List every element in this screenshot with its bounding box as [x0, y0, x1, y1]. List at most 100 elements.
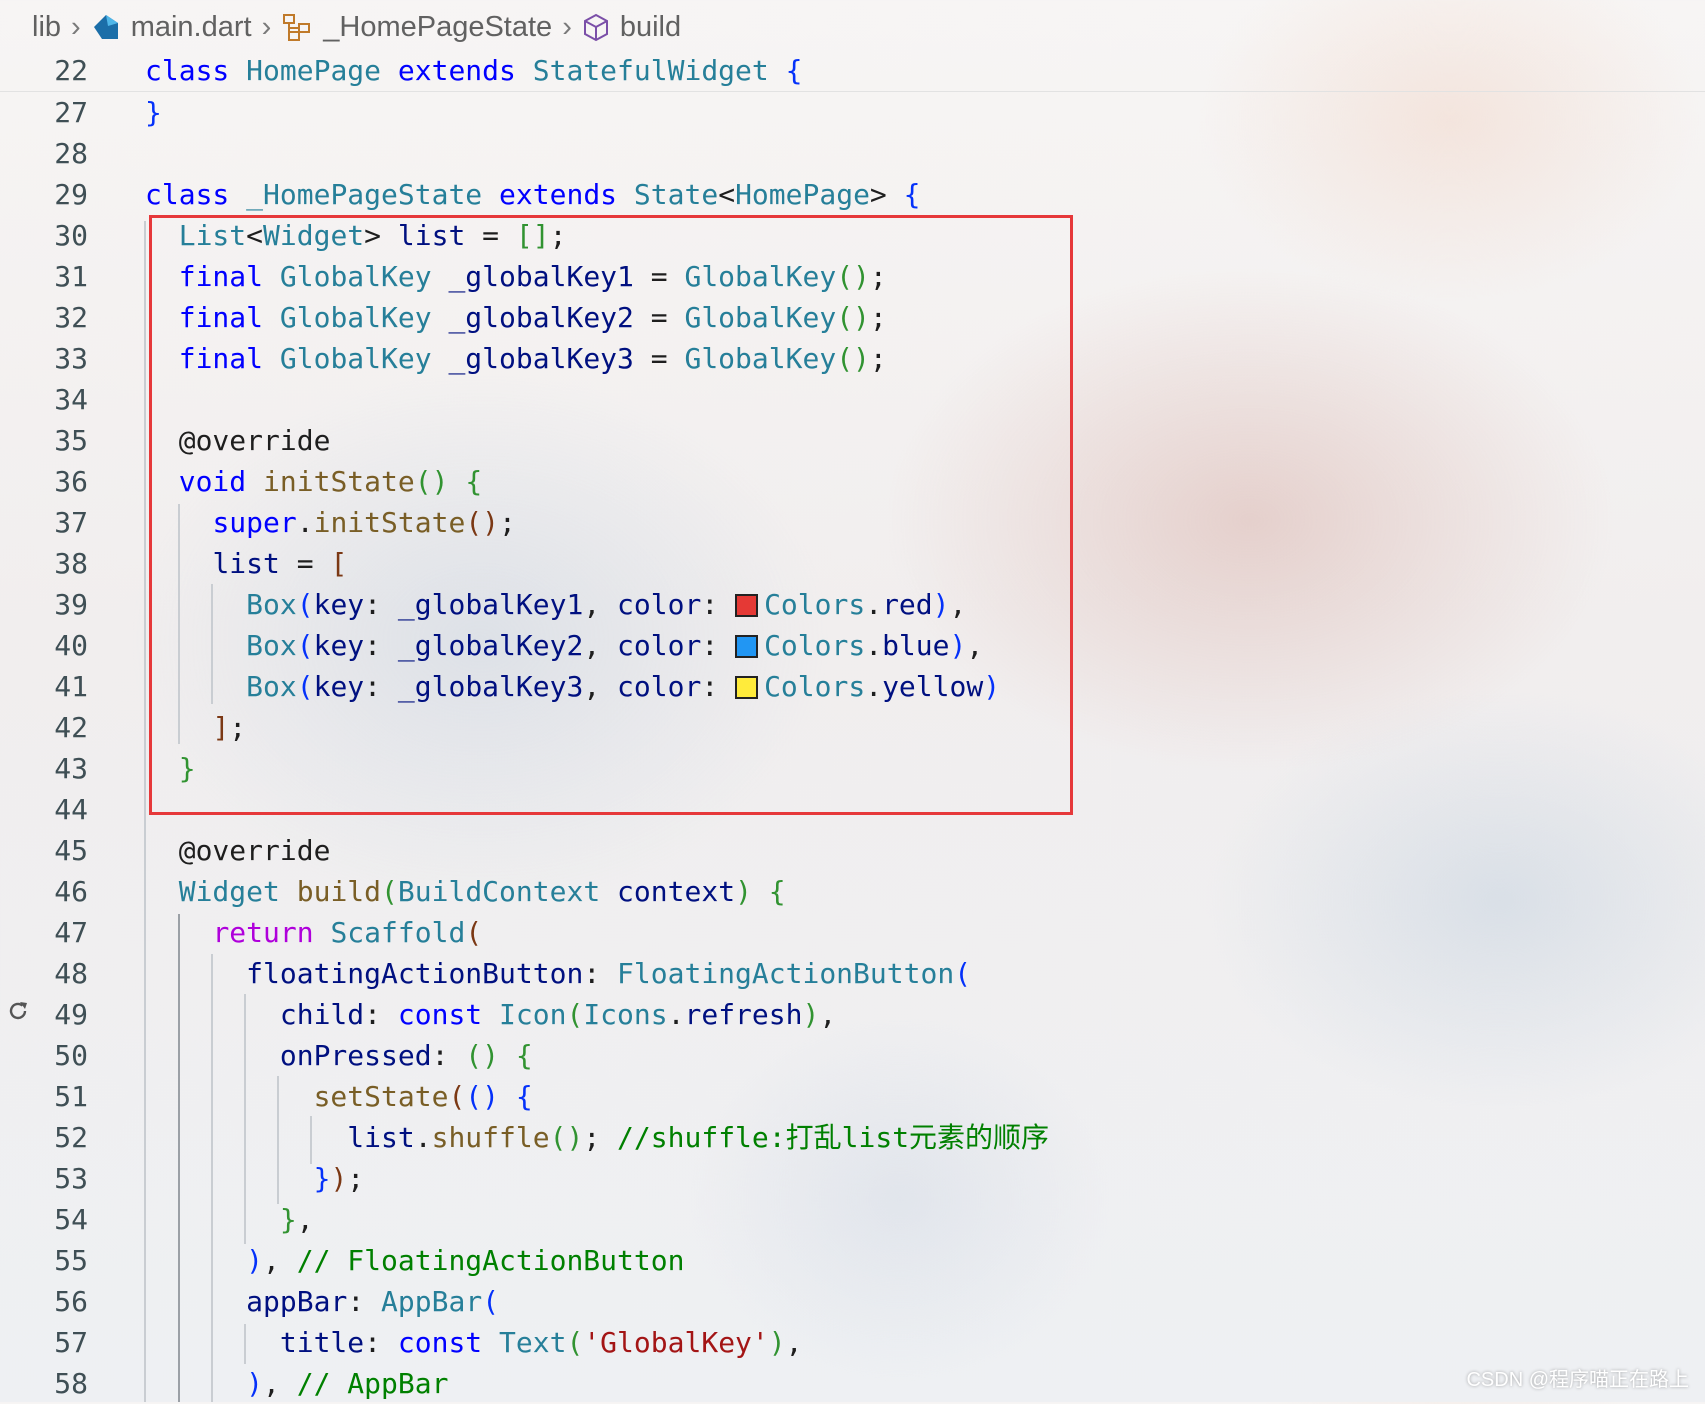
- line-number: 29: [54, 178, 88, 211]
- code-line[interactable]: 55 ), // FloatingActionButton: [0, 1240, 1705, 1281]
- line-number: 54: [54, 1203, 88, 1236]
- line-number: 45: [54, 834, 88, 867]
- code-line[interactable]: 58 ), // AppBar: [0, 1363, 1705, 1404]
- code-text: floatingActionButton: FloatingActionButt…: [145, 953, 971, 994]
- code-text: title: const Text('GlobalKey'),: [145, 1322, 803, 1363]
- line-number: 42: [54, 711, 88, 744]
- code-token: ): [246, 1244, 264, 1277]
- code-token: BuildContext: [397, 875, 601, 908]
- code-line[interactable]: 22 class HomePage extends StatefulWidget …: [0, 50, 1705, 92]
- code-token: const: [397, 998, 483, 1031]
- code-token: floatingActionButton: [246, 957, 584, 990]
- chevron-right-icon: ›: [71, 10, 81, 43]
- line-number: 37: [54, 506, 88, 539]
- code-token: extends: [499, 178, 618, 211]
- breadcrumb-item-file[interactable]: main.dart: [91, 11, 252, 44]
- code-token: (: [482, 1285, 500, 1318]
- breadcrumb-item-class[interactable]: _HomePageState: [281, 11, 552, 44]
- code-line[interactable]: 49 child: const Icon(Icons.refresh),: [0, 994, 1705, 1035]
- code-token: setState: [313, 1080, 449, 1113]
- code-token: {: [768, 875, 786, 908]
- code-line[interactable]: 47 return Scaffold(: [0, 912, 1705, 953]
- code-token: (: [566, 998, 584, 1031]
- code-token: refresh: [684, 998, 803, 1031]
- code-token: class: [145, 178, 230, 211]
- code-token: HomePage: [735, 178, 870, 211]
- code-token: AppBar: [381, 1285, 483, 1318]
- chevron-right-icon: ›: [261, 10, 272, 43]
- code-token: (): [465, 1039, 500, 1072]
- code-token: ;: [347, 1162, 365, 1195]
- code-token: Icons: [583, 998, 668, 1031]
- highlight-annotation-box: [149, 215, 1073, 815]
- code-token: StatefulWidget: [532, 54, 769, 87]
- code-token: ): [768, 1326, 786, 1359]
- code-line[interactable]: 57 title: const Text('GlobalKey'),: [0, 1322, 1705, 1363]
- line-number: 46: [54, 875, 88, 908]
- code-token: State: [633, 178, 719, 211]
- breadcrumb-item-method[interactable]: build: [582, 11, 681, 44]
- code-token: context: [617, 875, 736, 908]
- code-line[interactable]: 53 });: [0, 1158, 1705, 1199]
- code-token: extends: [397, 54, 516, 87]
- line-number: 38: [54, 547, 88, 580]
- code-token: onPressed: [279, 1039, 432, 1072]
- line-number: 44: [54, 793, 88, 826]
- code-line[interactable]: 28: [0, 133, 1705, 174]
- code-line[interactable]: 51 setState(() {: [0, 1076, 1705, 1117]
- code-token: (: [448, 1080, 466, 1113]
- code-line[interactable]: 56 appBar: AppBar(: [0, 1281, 1705, 1322]
- code-text: return Scaffold(: [145, 912, 482, 953]
- code-token: title: [279, 1326, 365, 1359]
- code-token: ): [735, 875, 752, 908]
- code-token: list: [347, 1121, 415, 1154]
- code-line[interactable]: 27}: [0, 92, 1705, 133]
- code-line[interactable]: 54 },: [0, 1199, 1705, 1240]
- code-line[interactable]: 52 list.shuffle(); //shuffle:打乱list元素的顺序: [0, 1117, 1705, 1158]
- code-token: (: [381, 875, 398, 908]
- code-line[interactable]: 45 @override: [0, 830, 1705, 871]
- code-line[interactable]: 50 onPressed: () {: [0, 1035, 1705, 1076]
- line-number: 41: [54, 670, 88, 703]
- code-token: appBar: [246, 1285, 348, 1318]
- line-number: 58: [54, 1367, 88, 1400]
- breadcrumb-item-lib[interactable]: lib: [32, 11, 61, 44]
- code-token: child: [279, 998, 365, 1031]
- line-number: 30: [54, 219, 88, 252]
- code-token: ,: [263, 1367, 297, 1400]
- code-token: {: [515, 1080, 533, 1113]
- code-text: onPressed: () {: [145, 1035, 533, 1076]
- line-number: 35: [54, 424, 88, 457]
- code-token: const: [397, 1326, 483, 1359]
- code-token: <: [718, 178, 736, 211]
- code-line[interactable]: 48 floatingActionButton: FloatingActionB…: [0, 953, 1705, 994]
- code-text: Widget build(BuildContext context) {: [145, 871, 786, 912]
- code-text: @override: [145, 830, 331, 871]
- line-number: 56: [54, 1285, 88, 1318]
- code-token: HomePage: [246, 54, 382, 87]
- breadcrumb-label: build: [619, 10, 682, 43]
- code-token: (): [549, 1121, 584, 1154]
- refresh-icon[interactable]: [6, 999, 30, 1023]
- code-token: ,: [785, 1326, 803, 1359]
- code-line[interactable]: 29 class _HomePageState extends State<Hom…: [0, 174, 1705, 215]
- code-token: (): [465, 1080, 500, 1113]
- breadcrumb-label: lib: [32, 10, 62, 43]
- code-line[interactable]: 46 Widget build(BuildContext context) {: [0, 871, 1705, 912]
- code-text: },: [145, 1199, 314, 1240]
